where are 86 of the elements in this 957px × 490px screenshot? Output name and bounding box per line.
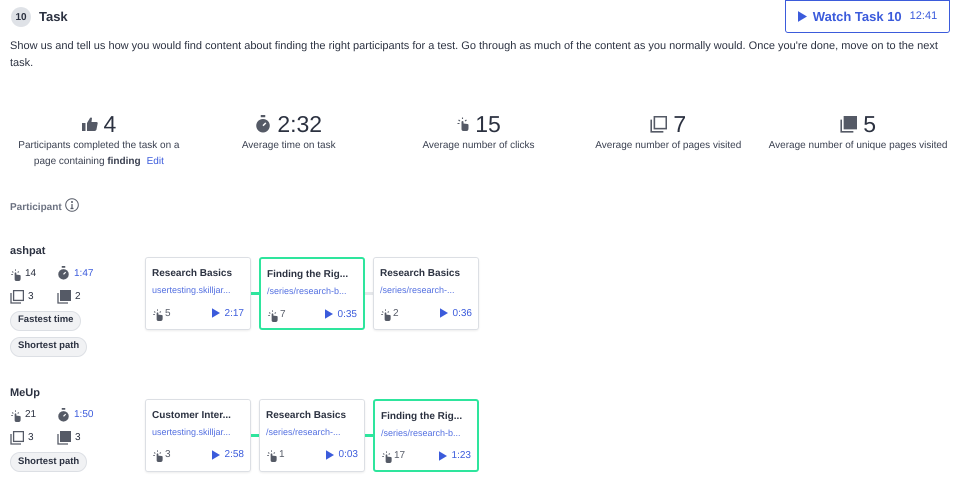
- clicks-count: 2: [393, 306, 399, 320]
- stacked-pages-icon: [840, 116, 858, 132]
- page-url: /series/research-...: [380, 284, 456, 297]
- tap-icon: [10, 268, 21, 280]
- pages-icon: [10, 431, 24, 445]
- participant-name: ashpat: [10, 244, 46, 259]
- clicks-count: 7: [280, 308, 286, 322]
- page-url: usertesting.skilljar...: [152, 426, 232, 439]
- clicks-count: 14: [25, 266, 36, 280]
- tag: Fastest time: [10, 310, 82, 330]
- unique-pages-count: 3: [75, 431, 81, 445]
- play-icon: [440, 308, 448, 318]
- tap-icon: [456, 117, 470, 131]
- page-url: /series/research-b...: [267, 285, 348, 298]
- time-link[interactable]: 1:23: [452, 448, 471, 463]
- task-title: Task: [39, 8, 68, 26]
- time-link[interactable]: 1:50: [74, 407, 94, 422]
- page-title: Research Basics: [266, 408, 348, 422]
- tap-icon: [152, 450, 163, 462]
- tap-icon: [381, 451, 392, 463]
- page-url: usertesting.skilljar...: [152, 284, 232, 297]
- stat-label: Participants completed the task on a page containing finding Edit: [17, 139, 180, 169]
- page-title: Finding the Rig...: [267, 268, 350, 282]
- stacked-pages-icon: [57, 431, 71, 445]
- page-title: Customer Inter...: [152, 408, 232, 422]
- stat-label: Average time on task: [240, 139, 337, 153]
- page-url: /series/research-...: [266, 426, 342, 438]
- stopwatch-icon: [57, 266, 70, 280]
- pages-icon: [650, 116, 668, 132]
- tag: Shortest path: [10, 452, 88, 472]
- play-icon: [324, 309, 333, 319]
- pages-count: 3: [28, 431, 34, 445]
- tap-icon: [380, 308, 391, 320]
- pages-count: 3: [28, 290, 34, 304]
- stopwatch-icon: [57, 408, 70, 422]
- clicks-count: 3: [165, 448, 171, 462]
- time-link[interactable]: 2:17: [224, 306, 244, 320]
- thumbs-up-icon: [82, 117, 98, 131]
- page-title: Research Basics: [380, 267, 462, 281]
- page-title: Finding the Rig...: [381, 410, 464, 424]
- tap-icon: [10, 410, 21, 422]
- stat-label: Average number of unique pages visited: [768, 139, 948, 153]
- clicks-count: 17: [394, 449, 406, 463]
- info-icon[interactable]: [64, 198, 79, 212]
- watch-task-button[interactable]: Watch Task 10 12:41: [785, 0, 950, 33]
- tap-icon: [266, 450, 277, 462]
- page-card[interactable]: Research Basics usertesting.skilljar... 5 2:17: [145, 257, 251, 330]
- time-link[interactable]: 0:03: [338, 447, 358, 462]
- tap-icon: [267, 310, 278, 322]
- play-icon: [326, 450, 334, 460]
- tap-icon: [152, 308, 163, 320]
- task-number-badge: 10: [11, 7, 31, 27]
- clicks-count: 1: [279, 448, 285, 462]
- time-link[interactable]: 0:35: [338, 306, 357, 322]
- page-card[interactable]: Research Basics /series/research-... 1 0:03: [259, 398, 365, 472]
- stacked-pages-icon: [57, 290, 71, 304]
- play-icon: [212, 450, 220, 460]
- play-icon: [798, 11, 807, 22]
- time-link[interactable]: 0:36: [452, 306, 472, 320]
- pages-icon: [10, 290, 24, 304]
- page-card[interactable]: Customer Inter... usertesting.skilljar... 3 2:58: [145, 398, 251, 472]
- stat-value: 15: [475, 110, 501, 139]
- play-icon: [212, 308, 220, 318]
- stat-label: Average number of pages visited: [594, 139, 742, 153]
- page-card[interactable]: Finding the Rig... /series/research-b... 17 1:23: [373, 398, 479, 472]
- clicks-count: 21: [25, 408, 36, 422]
- time-link[interactable]: 2:58: [224, 447, 244, 462]
- stat-value: 7: [673, 110, 686, 139]
- play-icon: [438, 450, 447, 460]
- stopwatch-icon: [255, 115, 272, 133]
- unique-pages-count: 2: [75, 290, 81, 304]
- stat-value: 2:32: [277, 110, 322, 139]
- stat-label: Average number of clicks: [421, 139, 536, 153]
- stat-value: 4: [104, 110, 116, 139]
- tag: Shortest path: [10, 336, 88, 356]
- page-title: Research Basics: [152, 267, 234, 281]
- page-url: /series/research-b...: [381, 426, 462, 440]
- task-description: Show us and tell us how you would find content about finding the right participants for a test. Go through as much of the content as you normally would. Once you're done, move on to the next task.: [9, 39, 939, 71]
- edit-link[interactable]: Edit: [146, 156, 164, 167]
- participant-name: MeUp: [10, 386, 41, 400]
- participant-heading: Participant: [10, 201, 62, 215]
- clicks-count: 5: [165, 306, 171, 320]
- page-card[interactable]: Finding the Rig... /series/research-b... 7 0:35: [259, 257, 365, 330]
- stat-value: 5: [863, 110, 876, 139]
- page-card[interactable]: Research Basics /series/research-... 2 0:36: [373, 257, 479, 330]
- time-link[interactable]: 1:47: [74, 266, 94, 280]
